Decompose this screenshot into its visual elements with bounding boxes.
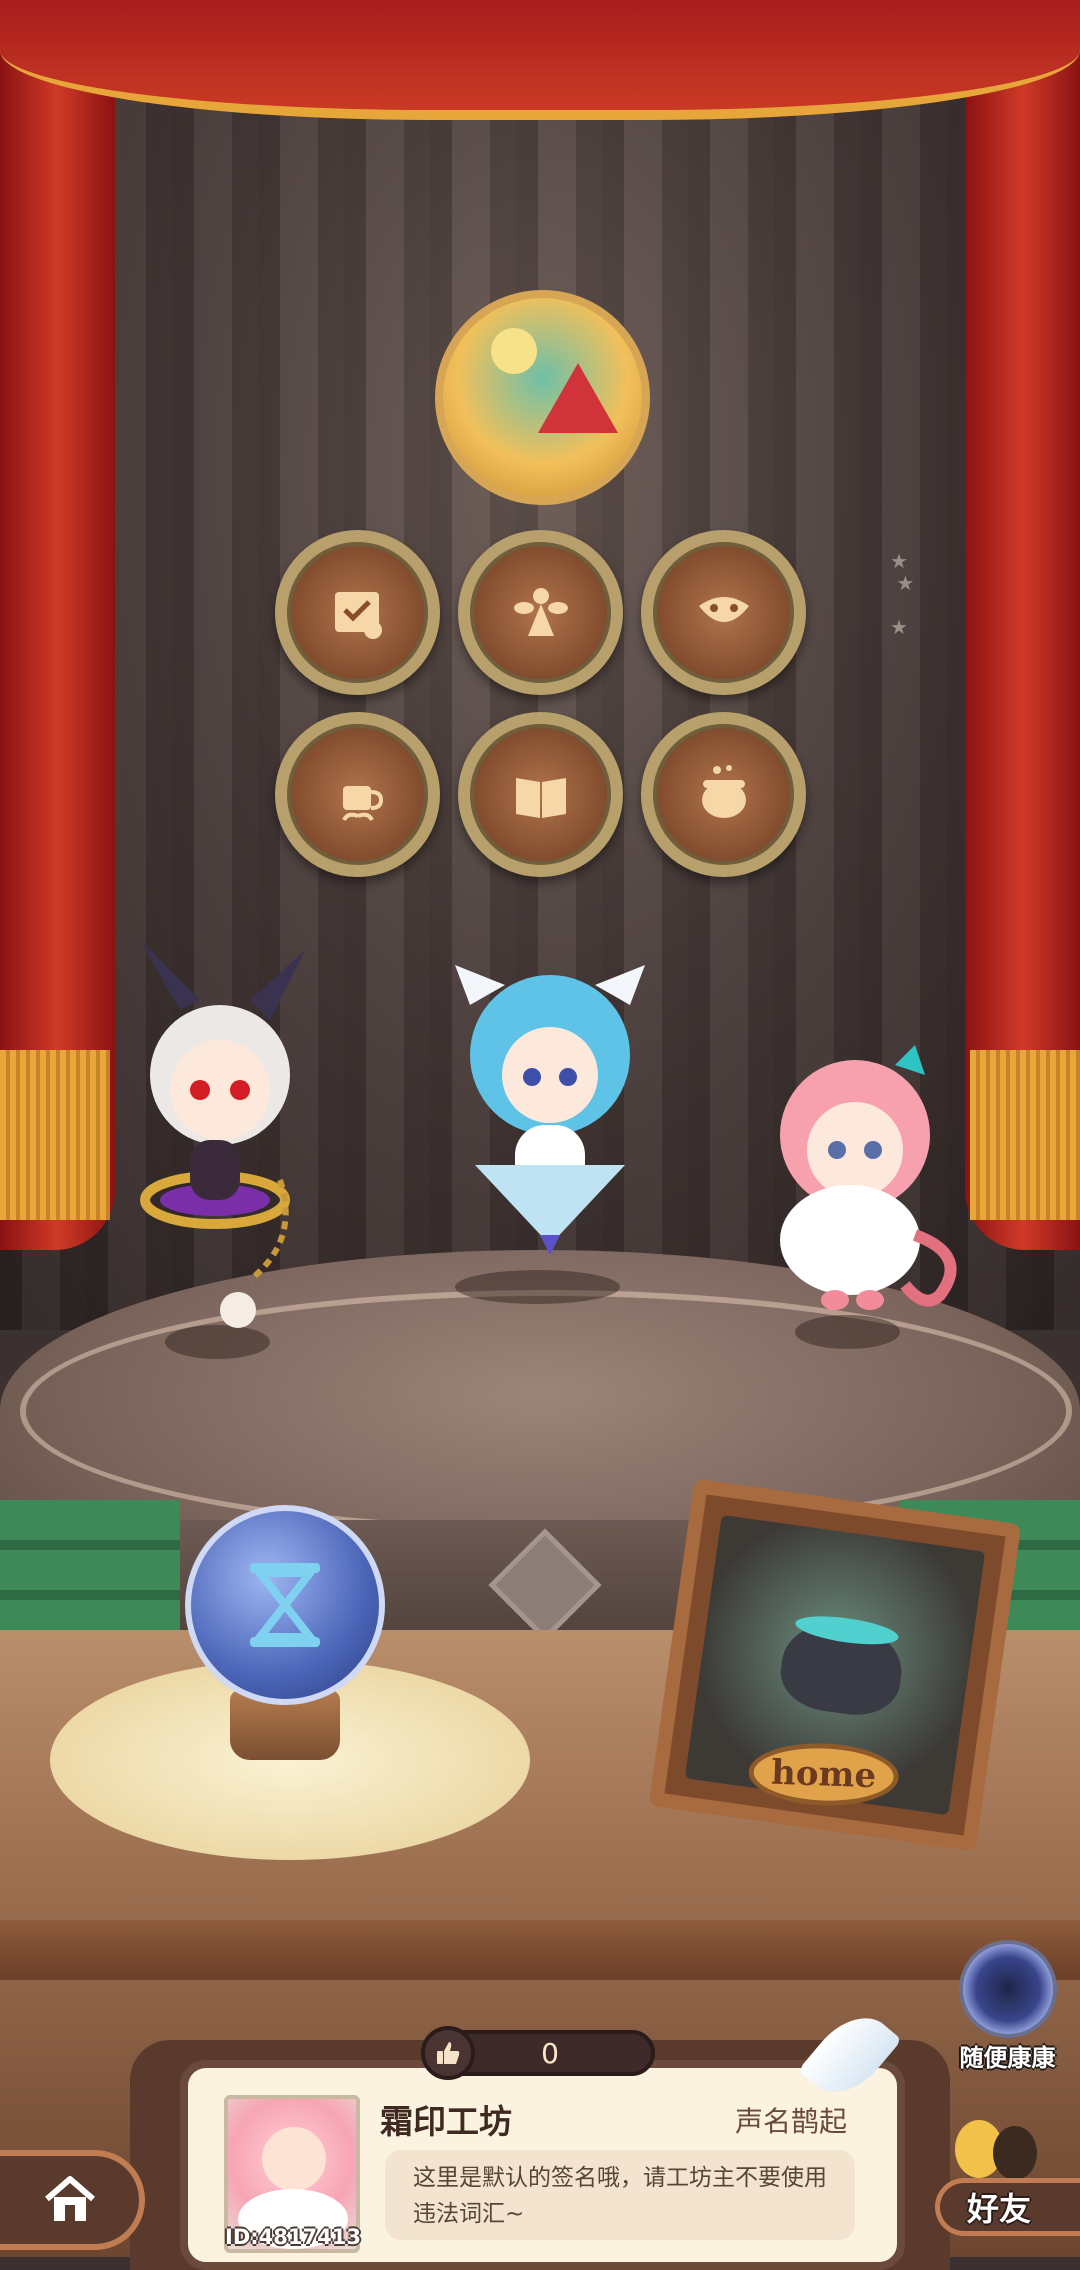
sparkle-stars: ★ ★ ★ [890,549,915,639]
badge-sprout-cup[interactable] [275,712,440,877]
workshop-name: 霜印工坊 [380,2102,512,2141]
curtain-valance [0,0,1080,120]
player-id: ID:4817413 [225,2225,361,2249]
sun-icon [491,328,537,374]
cauldron-icon [701,764,746,818]
character-pink-girl[interactable] [745,1045,975,1315]
hourglass-icon [250,1563,320,1647]
character-cat-girl[interactable] [435,965,665,1275]
thumbs-up-button[interactable] [421,2026,475,2080]
character-bunny-girl[interactable] [100,940,330,1340]
fairy-silhouette-icon [513,587,568,636]
random-visit-button[interactable]: 随便康康 [940,1940,1075,2073]
badge-book[interactable] [458,712,623,877]
house-icon [44,2176,95,2221]
character-shadow [795,1315,900,1349]
dark-chick-icon [993,2126,1037,2180]
badge-cauldron[interactable] [641,712,806,877]
signature-text[interactable]: 这里是默认的签名哦，请工坊主不要使用违法词汇~ [385,2150,855,2240]
reputation-title: 声名鹊起 [735,2105,848,2138]
like-counter: 0 [421,2026,655,2080]
ornate-mask-icon [698,596,749,622]
random-visit-label: 随便康康 [959,2044,1056,2072]
featured-badge[interactable] [435,290,650,505]
curtain-fringe-left [0,1050,110,1220]
shelf-edge [0,1920,1080,1980]
thumbs-up-icon [437,2042,460,2064]
badge-mask[interactable] [641,530,806,695]
sprout-cup-icon [341,785,383,821]
curtain-fringe-right [970,1050,1080,1220]
badge-fairy[interactable] [458,530,623,695]
avatar-face [262,2127,326,2191]
green-steps-left [0,1500,180,1650]
friends-button[interactable]: 好友 [935,2120,1080,2257]
certificate-scroll-icon [334,591,382,639]
badge-certificate[interactable] [275,530,440,695]
home-button[interactable] [0,2150,145,2250]
friends-label: 好友 [967,2190,1032,2228]
character-shadow [455,1270,620,1304]
watermelon-icon [538,363,618,433]
hourglass-orb-button[interactable] [185,1505,385,1705]
open-book-icon [515,777,566,818]
portal-icon [958,1940,1057,2038]
home-picture-frame[interactable]: home [648,1478,1022,1852]
